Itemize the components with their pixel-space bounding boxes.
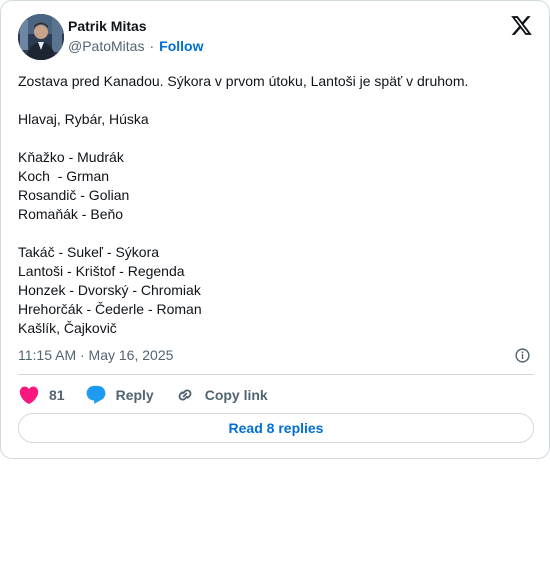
follow-button[interactable]: Follow [159, 38, 203, 54]
author-handle[interactable]: @PatoMitas [68, 38, 144, 54]
tweet-line: Kňažko - Mudrák [18, 149, 124, 165]
reply-label: Reply [115, 387, 154, 403]
x-logo-icon[interactable] [510, 14, 533, 37]
tweet-timestamp[interactable]: 11:15 AM · May 16, 2025 [18, 347, 173, 363]
reply-button[interactable]: Reply [85, 384, 154, 406]
tweet-line: Romaňák - Beňo [18, 206, 124, 222]
tweet-actions: 81 Reply Copy link [18, 383, 268, 407]
like-button[interactable]: 81 [18, 384, 65, 406]
author-handle-row: @PatoMitas · Follow [68, 38, 203, 54]
handle-separator: · [149, 38, 155, 54]
like-count: 81 [49, 387, 65, 403]
avatar[interactable] [18, 14, 64, 60]
author-name[interactable]: Patrik Mitas [68, 18, 147, 34]
tweet-line: Honzek - Dvorský - Chromiak [18, 282, 201, 298]
tweet-line [18, 91, 534, 110]
heart-icon [19, 386, 39, 404]
read-replies-button[interactable]: Read 8 replies [18, 413, 534, 443]
copy-link-label: Copy link [204, 387, 268, 403]
copy-link-button[interactable]: Copy link [174, 384, 268, 406]
tweet-line: Kašlík, Čajkovič [18, 320, 117, 336]
speech-bubble-icon [86, 385, 105, 404]
tweet-line: Hrehorčák - Čederle - Roman [18, 301, 202, 317]
tweet-line: Zostava pred Kanadou. Sýkora v prvom úto… [18, 73, 469, 89]
tweet-line: Hlavaj, Rybár, Húska [18, 111, 149, 127]
link-icon [178, 389, 192, 401]
tweet-line: Lantoši - Krištof - Regenda [18, 263, 185, 279]
avatar-photo [18, 14, 64, 60]
tweet-line [18, 129, 534, 148]
info-icon[interactable] [514, 347, 531, 364]
tweet-text: Zostava pred Kanadou. Sýkora v prvom úto… [18, 72, 534, 338]
tweet-line: Rosandič - Golian [18, 187, 130, 203]
tweet-line: Takáč - Sukeľ - Sýkora [18, 244, 160, 260]
tweet-line: Koch - Grman [18, 168, 110, 184]
divider [18, 374, 534, 375]
tweet-card: Patrik Mitas @PatoMitas · Follow Zostava… [0, 0, 550, 459]
tweet-line [18, 224, 534, 243]
